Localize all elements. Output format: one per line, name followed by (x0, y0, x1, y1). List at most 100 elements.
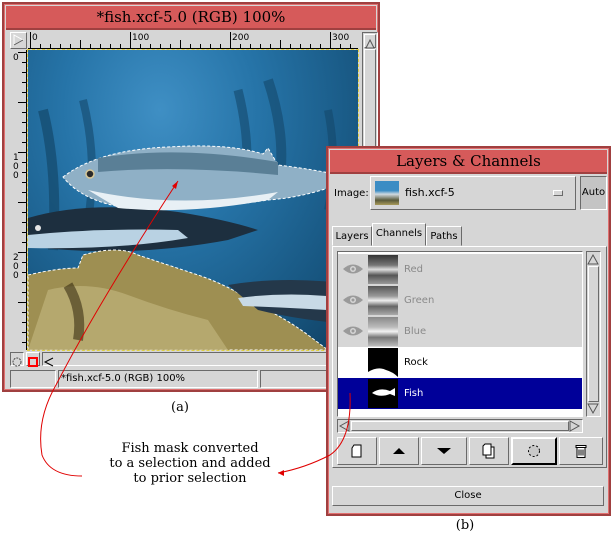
channel-row-red[interactable]: Red (338, 254, 582, 285)
ruler-tick (210, 44, 211, 48)
channels-page: Red Green Blue Rock Fish (332, 246, 607, 468)
channel-row-rock[interactable]: Rock (338, 347, 582, 378)
figure-label-b: (b) (455, 518, 475, 533)
ruler-tick (130, 40, 131, 48)
image-canvas[interactable] (27, 49, 359, 351)
duplicate-channel-button[interactable] (469, 437, 509, 465)
list-horizontal-scrollbar[interactable] (337, 419, 583, 433)
ruler-tick (330, 40, 331, 48)
ruler-tick (22, 342, 26, 343)
ruler-tick (170, 44, 171, 48)
annotation-text: Fish mask converted to a selection and a… (90, 441, 290, 486)
ruler-tick (18, 252, 26, 253)
ruler-label: 0 (13, 53, 19, 63)
ruler-label: 100 (13, 153, 19, 181)
delete-channel-button[interactable] (559, 437, 603, 465)
selection-mode-button[interactable] (10, 352, 24, 367)
channel-thumbnail (368, 317, 398, 346)
horizontal-ruler[interactable]: 0 100 200 300 (28, 32, 358, 49)
new-channel-button[interactable] (337, 437, 377, 465)
ruler-tick (290, 44, 291, 48)
ruler-tick (300, 44, 301, 48)
annotation-line: Fish mask converted (121, 441, 259, 456)
channel-row-fish[interactable]: Fish (338, 378, 582, 409)
ruler-tick (280, 40, 281, 48)
ruler-tick (30, 40, 31, 48)
vertical-ruler[interactable]: 0 100 200 (10, 50, 27, 350)
channel-thumbnail (368, 255, 398, 284)
trash-icon (575, 445, 587, 458)
ruler-tick (200, 44, 201, 48)
ruler-label: 200 (13, 253, 19, 281)
annotation-line: to a selection and added (109, 456, 271, 471)
ruler-tick (18, 52, 26, 53)
arrow-right-icon (569, 420, 581, 432)
eye-icon[interactable] (342, 262, 364, 276)
channel-row-green[interactable]: Green (338, 285, 582, 316)
ruler-tick (22, 232, 26, 233)
ruler-tick (22, 82, 26, 83)
ruler-tick (22, 282, 26, 283)
channel-thumbnail (368, 348, 398, 377)
ruler-tick (310, 44, 311, 48)
fish-photo (28, 78, 358, 350)
ruler-tick (22, 262, 26, 263)
image-name: fish.xcf-5 (405, 186, 455, 199)
tab-channels[interactable]: Channels (372, 223, 426, 246)
ruler-tick (180, 40, 181, 48)
auto-button[interactable]: Auto (580, 176, 607, 210)
ruler-tick (250, 44, 251, 48)
ruler-tick (230, 40, 231, 48)
navigation-row (10, 352, 376, 367)
channel-name: Blue (404, 326, 427, 337)
status-bar: *fish.xcf-5.0 (RGB) 100% (10, 370, 376, 388)
tab-paths[interactable]: Paths (426, 226, 462, 246)
image-menu-button[interactable] (10, 32, 27, 49)
quickmask-toggle[interactable] (26, 352, 40, 367)
lower-channel-button[interactable] (421, 437, 467, 465)
quickmask-icon (28, 357, 38, 367)
tab-layers[interactable]: Layers (332, 226, 372, 246)
eye-icon[interactable] (342, 293, 364, 307)
channel-row-blue[interactable]: Blue (338, 316, 582, 347)
ruler-tick (40, 44, 41, 48)
ruler-tick (150, 44, 151, 48)
arrow-up-icon (587, 253, 599, 265)
ruler-tick (22, 172, 26, 173)
channel-list[interactable]: Red Green Blue Rock Fish (337, 251, 583, 417)
close-button[interactable]: Close (332, 486, 604, 506)
duplicate-icon (482, 443, 495, 459)
ruler-tick (18, 202, 26, 203)
channel-to-selection-button[interactable] (511, 437, 557, 465)
ruler-tick (110, 44, 111, 48)
ruler-tick (100, 44, 101, 48)
ruler-tick (240, 44, 241, 48)
raise-channel-button[interactable] (379, 437, 419, 465)
ruler-label: 200 (232, 33, 250, 43)
image-selector[interactable]: fish.xcf-5 (370, 176, 576, 210)
ruler-tick (350, 44, 351, 48)
image-window: *fish.xcf-5.0 (RGB) 100% 0 100 200 300 0… (2, 2, 380, 392)
ruler-tick (140, 44, 141, 48)
annotation-line: to prior selection (133, 471, 247, 486)
channel-thumbnail (368, 379, 398, 408)
list-vertical-scrollbar[interactable] (586, 251, 601, 417)
ruler-tick (18, 302, 26, 303)
scroll-up-button[interactable] (364, 34, 376, 49)
ruler-tick (22, 72, 26, 73)
dialog-title[interactable]: Layers & Channels (330, 150, 607, 174)
channel-name: Red (404, 264, 423, 275)
ruler-tick (18, 152, 26, 153)
ruler-tick (22, 92, 26, 93)
arrow-left-icon (43, 357, 54, 367)
scroll-thumb[interactable] (588, 266, 599, 402)
ruler-tick (50, 44, 51, 48)
ruler-tick (320, 44, 321, 48)
triangle-right-icon (13, 34, 25, 46)
scroll-thumb[interactable] (351, 421, 569, 431)
image-window-title[interactable]: *fish.xcf-5.0 (RGB) 100% (6, 6, 376, 30)
ruler-tick (22, 292, 26, 293)
eye-icon[interactable] (342, 324, 364, 338)
ruler-tick (190, 44, 191, 48)
ruler-tick (22, 272, 26, 273)
